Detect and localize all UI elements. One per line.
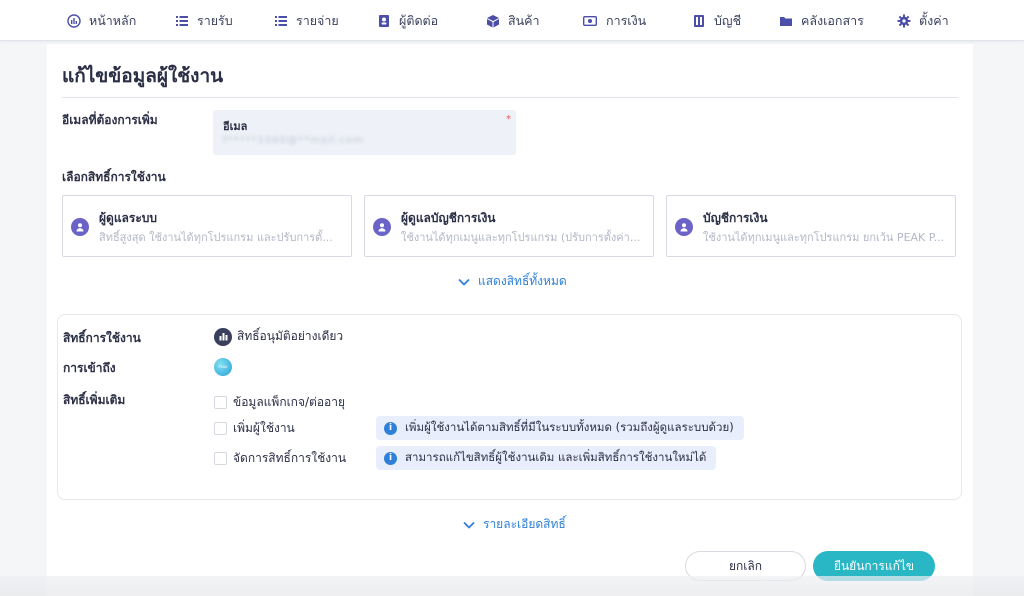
- required-mark: *: [506, 114, 511, 125]
- contact-book-icon: [379, 14, 389, 27]
- package-checkbox-label: ข้อมูลแพ็กเกจ/ต่ออายุ: [233, 395, 346, 409]
- role-name: บัญชีการเงิน: [703, 211, 768, 225]
- gear-icon: [897, 14, 911, 27]
- role-section-label: เลือกสิทธิ์การใช้งาน: [62, 170, 166, 184]
- dashboard-icon: [67, 13, 81, 28]
- role-card-finance-admin[interactable]: ผู้ดูแลบัญชีการเงิน ใช้งานได้ทุกเมนูและท…: [364, 195, 654, 257]
- nav-label-settings: ตั้งค่า: [919, 12, 949, 28]
- nav-item-contacts[interactable]: ผู้ติดต่อ: [377, 0, 438, 41]
- role-description: ใช้งานได้ทุกเมนูและทุกโปรแกรม ยกเว้น PEA…: [703, 231, 945, 244]
- bar-chart-icon: [214, 327, 232, 346]
- ledger-icon: [694, 14, 704, 27]
- permission-summary: สิทธิ์การใช้งาน สิทธิ์อนุมัติอย่างเดียว …: [57, 314, 962, 500]
- chevron-down-icon: [458, 278, 470, 286]
- nav-label-accounting: บัญชี: [714, 12, 742, 28]
- add-user-checkbox[interactable]: [214, 422, 227, 435]
- nav-item-expense[interactable]: รายจ่าย: [274, 0, 339, 41]
- package-checkbox[interactable]: [214, 396, 227, 409]
- folder-icon: [780, 16, 792, 26]
- add-user-info-text: เพิ่มผู้ใช้งานได้ตามสิทธิ์ที่มีในระบบทั้…: [405, 420, 734, 434]
- nav-label-finance: การเงิน: [606, 12, 647, 28]
- role-name: ผู้ดูแลบัญชีการเงิน: [401, 211, 496, 225]
- manage-roles-info: i สามารถแก้ไขสิทธิ์ผู้ใช้งานเดิม และเพิ่…: [376, 446, 717, 470]
- add-user-info: i เพิ่มผู้ใช้งานได้ตามสิทธิ์ที่มีในระบบท…: [376, 416, 744, 440]
- extra-permission-manage-roles: จัดการสิทธิ์การใช้งาน: [214, 449, 346, 468]
- usage-value-text: สิทธิ์อนุมัติอย่างเดียว: [237, 329, 344, 343]
- page-title: แก้ไขข้อมูลผู้ใช้งาน: [62, 65, 224, 87]
- box-icon: [487, 14, 499, 27]
- role-description: สิทธิ์สูงสุด ใช้งานได้ทุกโปรแกรม และปรับ…: [99, 231, 333, 244]
- email-field-value: f*****1000@**mail.com: [223, 135, 364, 146]
- email-section-label: อีเมลที่ต้องการเพิ่ม: [62, 113, 158, 127]
- role-card-finance-accounting[interactable]: บัญชีการเงิน ใช้งานได้ทุกเมนูและทุกโปรแก…: [666, 195, 956, 257]
- info-icon: i: [384, 421, 397, 435]
- show-all-roles-label: แสดงสิทธิ์ทั้งหมด: [478, 274, 567, 288]
- top-navigation: หน้าหลัก รายรับ รายจ่าย ผู้ติดต่อ สินค้า…: [0, 0, 1024, 41]
- nav-label-contacts: ผู้ติดต่อ: [399, 12, 439, 28]
- money-icon: [582, 15, 598, 26]
- nav-label-products: สินค้า: [508, 12, 540, 28]
- nav-label-expense: รายจ่าย: [296, 12, 339, 28]
- permission-details-label: รายละเอียดสิทธิ์: [483, 517, 566, 531]
- user-icon: [675, 218, 693, 236]
- add-user-checkbox-label: เพิ่มผู้ใช้งาน: [233, 421, 295, 435]
- role-name: ผู้ดูแลระบบ: [99, 211, 158, 225]
- nav-item-documents[interactable]: คลังเอกสาร: [779, 0, 864, 41]
- extra-permission-add-user: เพิ่มผู้ใช้งาน: [214, 419, 295, 438]
- email-field[interactable]: อีเมล * f*****1000@**mail.com: [213, 110, 516, 155]
- nav-item-products[interactable]: สินค้า: [486, 0, 540, 41]
- extra-permission-package: ข้อมูลแพ็กเกจ/ต่ออายุ: [214, 393, 345, 412]
- nav-item-home[interactable]: หน้าหลัก: [67, 0, 136, 41]
- usage-value: สิทธิ์อนุมัติอย่างเดียว: [214, 327, 343, 346]
- nav-item-settings[interactable]: ตั้งค่า: [897, 0, 949, 41]
- email-field-label: อีเมล: [223, 120, 248, 133]
- manage-roles-checkbox[interactable]: [214, 452, 227, 465]
- income-list-icon: [176, 15, 188, 26]
- peak-logo: PEAK: [214, 358, 232, 376]
- title-divider: [62, 97, 958, 98]
- extra-permissions-label: สิทธิ์เพิ่มเติม: [63, 393, 126, 407]
- manage-roles-checkbox-label: จัดการสิทธิ์การใช้งาน: [233, 451, 347, 465]
- show-all-roles-link[interactable]: แสดงสิทธิ์ทั้งหมด: [458, 272, 567, 291]
- user-icon: [71, 218, 89, 236]
- nav-item-finance[interactable]: การเงิน: [582, 0, 646, 41]
- info-icon: i: [384, 451, 397, 465]
- nav-label-income: รายรับ: [197, 12, 233, 28]
- access-label: การเข้าถึง: [63, 361, 116, 375]
- expense-list-icon: [275, 15, 287, 26]
- manage-roles-info-text: สามารถแก้ไขสิทธิ์ผู้ใช้งานเดิม และเพิ่มส…: [405, 450, 707, 464]
- nav-label-home: หน้าหลัก: [89, 12, 137, 28]
- bottom-shade: [0, 576, 1024, 596]
- permission-details-link[interactable]: รายละเอียดสิทธิ์: [463, 515, 566, 534]
- edit-user-panel: แก้ไขข้อมูลผู้ใช้งาน อีเมลที่ต้องการเพิ่…: [47, 44, 973, 596]
- user-icon: [373, 218, 391, 236]
- nav-label-documents: คลังเอกสาร: [801, 12, 864, 28]
- chevron-down-icon: [463, 521, 475, 529]
- nav-item-income[interactable]: รายรับ: [175, 0, 233, 41]
- role-card-admin[interactable]: ผู้ดูแลระบบ สิทธิ์สูงสุด ใช้งานได้ทุกโปร…: [62, 195, 352, 257]
- usage-label: สิทธิ์การใช้งาน: [63, 331, 141, 345]
- role-description: ใช้งานได้ทุกเมนูและทุกโปรแกรม (ปรับการตั…: [401, 231, 641, 244]
- nav-item-accounting[interactable]: บัญชี: [692, 0, 741, 41]
